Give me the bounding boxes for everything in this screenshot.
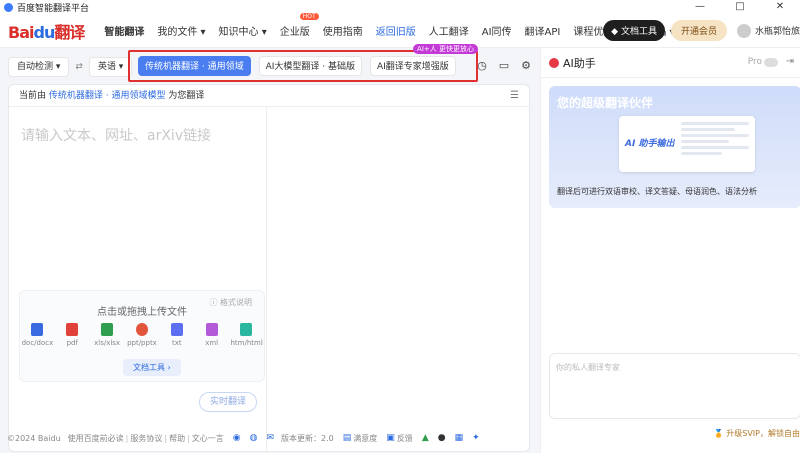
mode-traditional-mt[interactable]: 传统机器翻译 · 通用领域	[138, 56, 251, 76]
pro-toggle[interactable]	[764, 58, 778, 67]
nav-right: ◆ 文档工具 开通会员 水瓶郭怡旅	[603, 20, 800, 41]
version-update[interactable]: 版本更新：2.0	[281, 433, 334, 444]
username[interactable]: 水瓶郭怡旅	[755, 24, 800, 37]
doc-tool-link[interactable]: 文档工具 ›	[123, 359, 181, 376]
windows-icon[interactable]: ▦	[455, 433, 464, 443]
android-icon[interactable]: ▲	[422, 433, 429, 443]
xml-icon	[205, 323, 218, 336]
window-title: 百度智能翻译平台	[17, 3, 90, 14]
window-titlebar: 百度智能翻译平台 — □ ✕	[0, 0, 800, 14]
nav-items: 智能翻译 我的文件 ▾ 知识中心 ▾ 企业版 HOT 使用指南 返回旧版	[104, 13, 428, 38]
ai-logo-icon	[549, 57, 559, 68]
mode-selector: 传统机器翻译 · 通用领域 AI大模型翻译 · 基础版 AI翻译专家增强版 AI…	[128, 44, 478, 82]
ppt-icon	[135, 323, 148, 336]
translate-editor: 当前由 传统机器翻译 · 通用领域模型 为您翻译 ☰ 请输入文本、网址、arXi…	[8, 84, 530, 452]
swap-lang-icon[interactable]: ⇄	[75, 62, 83, 72]
nav-item-smart-translate[interactable]: 智能翻译	[104, 23, 144, 38]
nav-item-human-translate[interactable]: 人工翻译	[429, 23, 469, 38]
close-button[interactable]: ✕	[760, 0, 800, 14]
ai-intro-card: 您的超级翻译伙伴 AI 助手输出 翻译后可进行双语审校、译文答疑、母语润色、语法…	[549, 86, 800, 208]
ai-features: 翻译后可进行双语审校、译文答疑、母语润色、语法分析	[557, 187, 757, 196]
target-lang-select[interactable]: 英语 ▾	[88, 57, 133, 77]
vip-button[interactable]: 开通会员	[670, 20, 727, 41]
hot-badge: HOT	[299, 13, 319, 20]
nav-item-old-version[interactable]: 返回旧版	[376, 23, 416, 38]
pane-divider	[266, 107, 267, 452]
ai-input-placeholder: 你的私人翻译专家	[556, 363, 620, 372]
html-icon	[240, 323, 253, 336]
mode-ai-llm[interactable]: AI大模型翻译 · 基础版	[258, 56, 362, 76]
satisfaction-icon: ▤	[342, 433, 352, 443]
filetype-xls: xls/xlsx	[91, 323, 123, 347]
filetype-pdf: pdf	[56, 323, 88, 347]
brand-logo[interactable]: Baidu翻译	[8, 19, 85, 43]
mode-badge: AI+人 更快更放心	[413, 44, 478, 54]
pro-label: Pro	[747, 57, 762, 67]
top-nav: Baidu翻译 智能翻译 我的文件 ▾ 知识中心 ▾ 企业版 HOT 使用指南 返…	[0, 13, 800, 48]
nav-item-api[interactable]: 翻译API	[525, 23, 561, 38]
feedback-link[interactable]: 反馈	[397, 433, 413, 444]
realtime-translate-button[interactable]: 实时翻译	[199, 392, 257, 412]
sliders-icon[interactable]: ☰	[510, 90, 519, 101]
filetype-txt: txt	[161, 323, 193, 347]
ai-assistant-panel: AI助手 Pro ⇥ 您的超级翻译伙伴 AI 助手输出 翻译后可进行双语审校、译…	[540, 48, 800, 453]
ai-demo-illustration: AI 助手输出	[619, 116, 755, 172]
word-icon	[31, 323, 44, 336]
translate-toolbar: 自动检测 ▾ ⇄ 英语 ▾ 传统机器翻译 · 通用领域 AI大模型翻译 · 基础…	[8, 44, 540, 82]
nav-item-ai-interpret[interactable]: AI同传	[482, 23, 512, 38]
satisfaction-link[interactable]: 满意度	[353, 433, 377, 444]
editor-head: 当前由 传统机器翻译 · 通用领域模型 为您翻译	[9, 85, 529, 107]
doc-tool-button[interactable]: ◆ 文档工具	[603, 20, 665, 41]
minimize-button[interactable]: —	[680, 0, 720, 14]
history-icon[interactable]: ◷	[474, 58, 490, 74]
maximize-button[interactable]: □	[720, 0, 760, 14]
weibo-icon[interactable]: ◉	[233, 433, 241, 443]
copyright: ©2024 Baidu	[7, 433, 61, 443]
app-logo-icon	[4, 2, 13, 12]
pdf-icon	[66, 323, 79, 336]
filetype-html: htm/html	[230, 323, 263, 347]
filetype-ppt: ppt/pptx	[126, 323, 158, 347]
app-store-icon[interactable]: ✦	[472, 433, 480, 443]
footer-link-terms[interactable]: 服务协议	[130, 433, 162, 444]
ai-title: AI助手	[563, 56, 596, 70]
source-input[interactable]: 请输入文本、网址、arXiv链接	[21, 125, 211, 145]
demo-lines	[681, 122, 749, 158]
model-link[interactable]: 传统机器翻译 · 通用领域模型	[49, 91, 166, 101]
svip-upgrade-link[interactable]: 🏅 升级SVIP，解锁自由	[714, 428, 800, 439]
file-upload-zone[interactable]: ⓘ 格式说明 点击或拖拽上传文件 doc/docx pdf xls/xlsx p…	[19, 290, 265, 382]
wechat-icon[interactable]: ◍	[250, 433, 258, 443]
ai-chat-input[interactable]: 你的私人翻译专家	[549, 353, 800, 419]
nav-item-my-files[interactable]: 我的文件 ▾	[157, 23, 205, 38]
ai-demo-label: AI 助手输出	[625, 139, 675, 149]
excel-icon	[101, 323, 114, 336]
head-prefix: 当前由	[19, 91, 47, 101]
feedback-icon: ▣	[386, 433, 395, 443]
ai-card-title: 您的超级翻译伙伴	[557, 96, 654, 110]
footer-link-readme[interactable]: 使用百度前必读	[68, 433, 124, 444]
source-lang-select[interactable]: 自动检测 ▾	[8, 57, 70, 77]
footer-link-ernie[interactable]: 文心一言	[192, 433, 224, 444]
file-types: doc/docx pdf xls/xlsx ppt/pptx txt xml h…	[20, 323, 264, 347]
nav-item-guide[interactable]: 使用指南	[323, 23, 363, 38]
main-area: 自动检测 ▾ ⇄ 英语 ▾ 传统机器翻译 · 通用领域 AI大模型翻译 · 基础…	[0, 44, 800, 453]
collapse-icon[interactable]: ⇥	[786, 56, 794, 67]
footer: ©2024 Baidu 使用百度前必读 | 服务协议 | 帮助 | 文心一言 ◉…	[7, 433, 480, 444]
head-suffix: 为您翻译	[168, 91, 205, 101]
upload-title: 点击或拖拽上传文件	[97, 307, 187, 318]
folder-icon[interactable]: ▭	[496, 58, 512, 74]
toolbar-icons: ◷ ▭ ⚙	[474, 58, 540, 74]
window-controls: — □ ✕	[680, 0, 800, 14]
filetype-doc: doc/docx	[21, 323, 53, 347]
filetype-xml: xml	[196, 323, 228, 347]
footer-link-help[interactable]: 帮助	[169, 433, 185, 444]
mode-ai-expert[interactable]: AI翻译专家增强版	[370, 56, 456, 76]
txt-icon	[170, 323, 183, 336]
nav-item-enterprise[interactable]: 企业版 HOT	[280, 13, 319, 38]
mail-icon[interactable]: ✉	[267, 433, 275, 443]
apple-icon[interactable]: ●	[438, 433, 446, 443]
gear-icon[interactable]: ⚙	[518, 58, 534, 74]
nav-item-knowledge[interactable]: 知识中心 ▾	[219, 23, 267, 38]
avatar[interactable]	[736, 23, 751, 38]
